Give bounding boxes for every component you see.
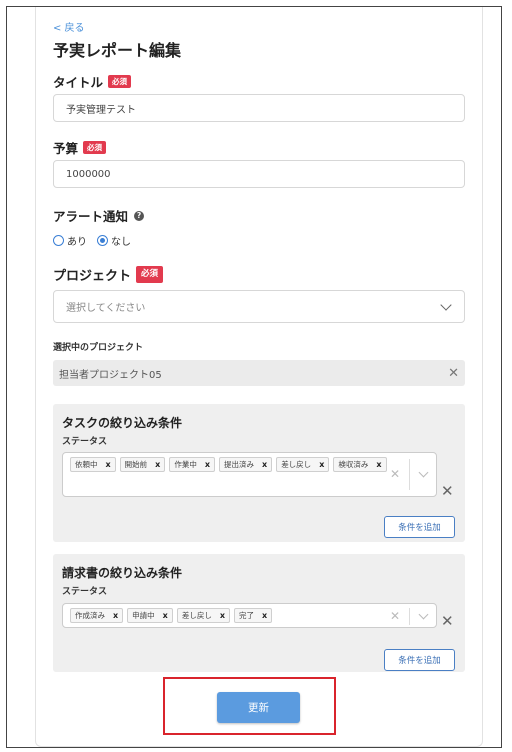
- status-chip: 依頼中 x: [70, 457, 116, 472]
- chip-label: 提出済み: [224, 460, 255, 469]
- chip-remove-icon[interactable]: x: [197, 460, 214, 469]
- selected-project-label: 選択中のプロジェクト: [53, 343, 144, 353]
- alert-option-off-label: なし: [111, 237, 131, 248]
- chip-remove-icon[interactable]: x: [98, 460, 115, 469]
- chip-remove-icon[interactable]: x: [105, 611, 122, 620]
- chip-label: 検収済み: [338, 460, 369, 469]
- alert-radio-group: あり なし: [53, 233, 141, 248]
- remove-filter-icon[interactable]: ✕: [441, 482, 454, 500]
- window-frame: < 戻る 予実レポート編集 タイトル 必須 予実管理テスト 予算 必須 1000…: [6, 6, 502, 748]
- chip-remove-icon[interactable]: x: [311, 460, 328, 469]
- radio-on[interactable]: [53, 235, 64, 246]
- chip-remove-icon[interactable]: x: [212, 611, 229, 620]
- chevron-down-icon[interactable]: [418, 467, 429, 478]
- back-link[interactable]: < 戻る: [53, 19, 85, 34]
- radio-off-selected[interactable]: [97, 235, 108, 246]
- chip-label: 依頼中: [75, 460, 98, 469]
- chip-label: 完了: [239, 611, 255, 620]
- status-chip: 提出済み x: [219, 457, 273, 472]
- chip-remove-icon[interactable]: x: [155, 611, 172, 620]
- page-title: 予実レポート編集: [53, 41, 182, 60]
- status-chip: 完了 x: [234, 608, 273, 623]
- project-select-placeholder: 選択してください: [66, 303, 146, 314]
- alert-option-on-label: あり: [67, 237, 87, 248]
- add-invoice-condition-button[interactable]: 条件を追加: [384, 649, 455, 671]
- task-filter-panel: タスクの絞り込み条件 ステータス 依頼中 x 開始前 x 作業中 x 提出済み x 差し…: [53, 404, 465, 542]
- title-label-text: タイトル: [53, 75, 104, 90]
- status-chip: 申請中 x: [127, 608, 173, 623]
- project-label: プロジェクト 必須: [53, 265, 164, 284]
- budget-label: 予算 必須: [53, 138, 107, 157]
- title-label: タイトル 必須: [53, 72, 132, 91]
- invoice-filter-panel: 請求書の絞り込み条件 ステータス 作成済み x 申請中 x 差し戻し x 完了 x ✕ …: [53, 554, 465, 672]
- task-filter-title: タスクの絞り込み条件: [62, 416, 183, 430]
- clear-icon[interactable]: ✕: [390, 467, 400, 481]
- chip-label: 作成済み: [75, 611, 105, 620]
- title-input[interactable]: 予実管理テスト: [53, 94, 465, 122]
- alert-option-off[interactable]: なし: [97, 233, 131, 248]
- update-button[interactable]: 更新: [217, 692, 300, 723]
- task-status-label: ステータス: [62, 437, 108, 447]
- alert-label: アラート通知 ?: [53, 206, 145, 225]
- invoice-filter-title: 請求書の絞り込み条件: [62, 566, 183, 580]
- alert-label-text: アラート通知: [53, 209, 129, 224]
- chip-label: 開始前: [124, 460, 148, 469]
- status-chip: 作業中 x: [169, 457, 216, 472]
- chip-remove-icon[interactable]: x: [147, 460, 164, 469]
- task-status-chips: 依頼中 x 開始前 x 作業中 x 提出済み x 差し戻し x 検収済み x: [70, 457, 390, 472]
- add-task-condition-button[interactable]: 条件を追加: [384, 516, 455, 538]
- invoice-status-select[interactable]: 作成済み x 申請中 x 差し戻し x 完了 x ✕: [62, 603, 437, 628]
- status-chip: 差し戻し x: [276, 457, 330, 472]
- project-select[interactable]: 選択してください: [53, 290, 465, 323]
- separator: [409, 459, 410, 490]
- chip-label: 差し戻し: [281, 460, 312, 469]
- invoice-status-label: ステータス: [62, 587, 108, 597]
- chip-label: 作業中: [174, 460, 197, 469]
- chevron-down-icon: [440, 298, 452, 311]
- chip-remove-icon[interactable]: x: [368, 460, 385, 469]
- chip-remove-icon[interactable]: x: [254, 611, 271, 620]
- status-chip: 作成済み x: [70, 608, 124, 623]
- question-circle-icon[interactable]: ?: [134, 210, 145, 221]
- separator: [409, 608, 410, 625]
- chip-label: 申請中: [132, 611, 155, 620]
- close-icon[interactable]: ✕: [448, 367, 459, 380]
- status-chip: 検収済み x: [333, 457, 387, 472]
- status-chip: 開始前 x: [119, 457, 166, 472]
- required-badge: 必須: [83, 141, 107, 154]
- chevron-down-icon[interactable]: [418, 609, 429, 620]
- chip-label: 差し戻し: [181, 611, 212, 620]
- required-badge: 必須: [136, 266, 164, 283]
- budget-input[interactable]: 1000000: [53, 160, 465, 188]
- chip-remove-icon[interactable]: x: [254, 460, 271, 469]
- project-label-text: プロジェクト: [53, 269, 132, 284]
- budget-label-text: 予算: [53, 141, 79, 156]
- remove-filter-icon[interactable]: ✕: [441, 612, 454, 630]
- invoice-status-chips: 作成済み x 申請中 x 差し戻し x 完了 x: [70, 608, 390, 623]
- selected-project: 担当者プロジェクト05 ✕: [53, 360, 465, 386]
- selected-project-value: 担当者プロジェクト05: [59, 369, 162, 381]
- clear-icon[interactable]: ✕: [390, 609, 400, 623]
- task-status-select[interactable]: 依頼中 x 開始前 x 作業中 x 提出済み x 差し戻し x 検収済み x ✕: [62, 452, 437, 497]
- status-chip: 差し戻し x: [176, 608, 231, 623]
- alert-option-on[interactable]: あり: [53, 233, 87, 248]
- form-card: < 戻る 予実レポート編集 タイトル 必須 予実管理テスト 予算 必須 1000…: [35, 7, 483, 747]
- required-badge: 必須: [108, 75, 132, 88]
